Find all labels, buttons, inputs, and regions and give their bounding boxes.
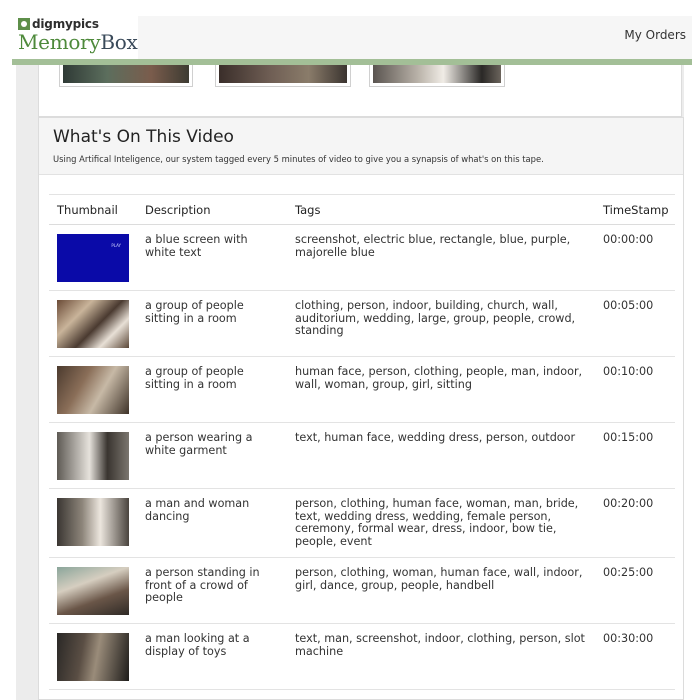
site-logo[interactable]: digmypics MemoryBox — [12, 16, 138, 60]
column-header-description: Description — [137, 194, 287, 225]
timestamp-cell: 00:30:00 — [595, 623, 675, 690]
video-thumbnail[interactable] — [57, 366, 129, 414]
table-row: a person standing in front of a crowd of… — [49, 557, 675, 624]
timestamp-cell: 00:25:00 — [595, 557, 675, 624]
description-cell: a group of people sitting in a room — [137, 290, 287, 357]
tags-cell: person, clothing, woman, human face, wal… — [287, 557, 595, 624]
description-cell: a man looking at a display of toys — [137, 623, 287, 690]
thumbnail-cell — [49, 224, 137, 291]
video-thumbnail[interactable] — [57, 498, 129, 546]
video-thumbnail[interactable] — [57, 432, 129, 480]
tags-cell: text, man, screenshot, indoor, clothing,… — [287, 623, 595, 690]
video-frame-1[interactable] — [59, 65, 193, 87]
logo-product-name: MemoryBox — [18, 30, 138, 54]
video-frame-image — [63, 65, 189, 83]
column-header-thumbnail: Thumbnail — [49, 194, 137, 225]
timestamp-cell: 00:15:00 — [595, 422, 675, 489]
description-cell: a person standing in front of a crowd of… — [137, 557, 287, 624]
timestamp-cell: 00:10:00 — [595, 356, 675, 423]
thumbnail-cell — [49, 623, 137, 690]
my-orders-link[interactable]: My Orders — [624, 28, 686, 42]
thumbnail-cell — [49, 557, 137, 624]
tags-cell: human face, person, clothing, people, ma… — [287, 356, 595, 423]
logo-brand-text: digmypics — [32, 17, 99, 31]
column-header-tags: Tags — [287, 194, 595, 225]
thumbnail-cell — [49, 422, 137, 489]
video-thumbnail[interactable] — [57, 567, 129, 615]
thumbnail-cell — [49, 488, 137, 558]
video-frame-2[interactable] — [215, 65, 351, 87]
tags-cell: text, human face, wedding dress, person,… — [287, 422, 595, 489]
table-row: a man and woman dancing person, clothing… — [49, 488, 675, 558]
tags-cell: person, clothing, human face, woman, man… — [287, 488, 595, 558]
thumbnail-cell — [49, 356, 137, 423]
tags-cell: screenshot, electric blue, rectangle, bl… — [287, 224, 595, 291]
video-thumbnail[interactable] — [57, 633, 129, 681]
video-frame-image — [219, 65, 347, 83]
video-frame-3[interactable] — [369, 65, 505, 87]
logo-product-word: Memory — [18, 30, 101, 54]
timestamp-cell: 00:20:00 — [595, 488, 675, 558]
video-thumbnail[interactable] — [57, 300, 129, 348]
video-frame-image — [373, 65, 501, 83]
section-subtitle: Using Artifical Inteligence, our system … — [53, 154, 544, 164]
table-row: a group of people sitting in a room clot… — [49, 290, 675, 357]
video-frames-card — [38, 65, 682, 117]
description-cell: a man and woman dancing — [137, 488, 287, 558]
site-header: digmypics MemoryBox My Orders — [12, 16, 692, 60]
description-cell: a person wearing a white garment — [137, 422, 287, 489]
column-header-timestamp: TimeStamp — [595, 194, 675, 225]
tags-cell: clothing, person, indoor, building, chur… — [287, 290, 595, 357]
thumbnail-cell — [49, 290, 137, 357]
section-title: What's On This Video — [53, 127, 234, 147]
table-row: a blue screen with white text screenshot… — [49, 224, 675, 291]
table-header-row: Thumbnail Description Tags TimeStamp — [49, 194, 675, 225]
timestamp-cell: 00:05:00 — [595, 290, 675, 357]
video-thumbnail[interactable] — [57, 234, 129, 282]
description-cell: a blue screen with white text — [137, 224, 287, 291]
logo-product-accent: Box — [100, 30, 138, 54]
table-row: a person wearing a white garment text, h… — [49, 422, 675, 489]
video-summary-section: What's On This Video Using Artifical Int… — [38, 117, 684, 700]
logo-brand-line: digmypics — [18, 17, 99, 31]
section-header: What's On This Video Using Artifical Int… — [39, 118, 683, 175]
video-tags-table: Thumbnail Description Tags TimeStamp a b… — [49, 194, 675, 690]
description-cell: a group of people sitting in a room — [137, 356, 287, 423]
table-row: a group of people sitting in a room huma… — [49, 356, 675, 423]
table-row: a man looking at a display of toys text,… — [49, 623, 675, 690]
timestamp-cell: 00:00:00 — [595, 224, 675, 291]
logo-mark-icon — [18, 18, 30, 30]
